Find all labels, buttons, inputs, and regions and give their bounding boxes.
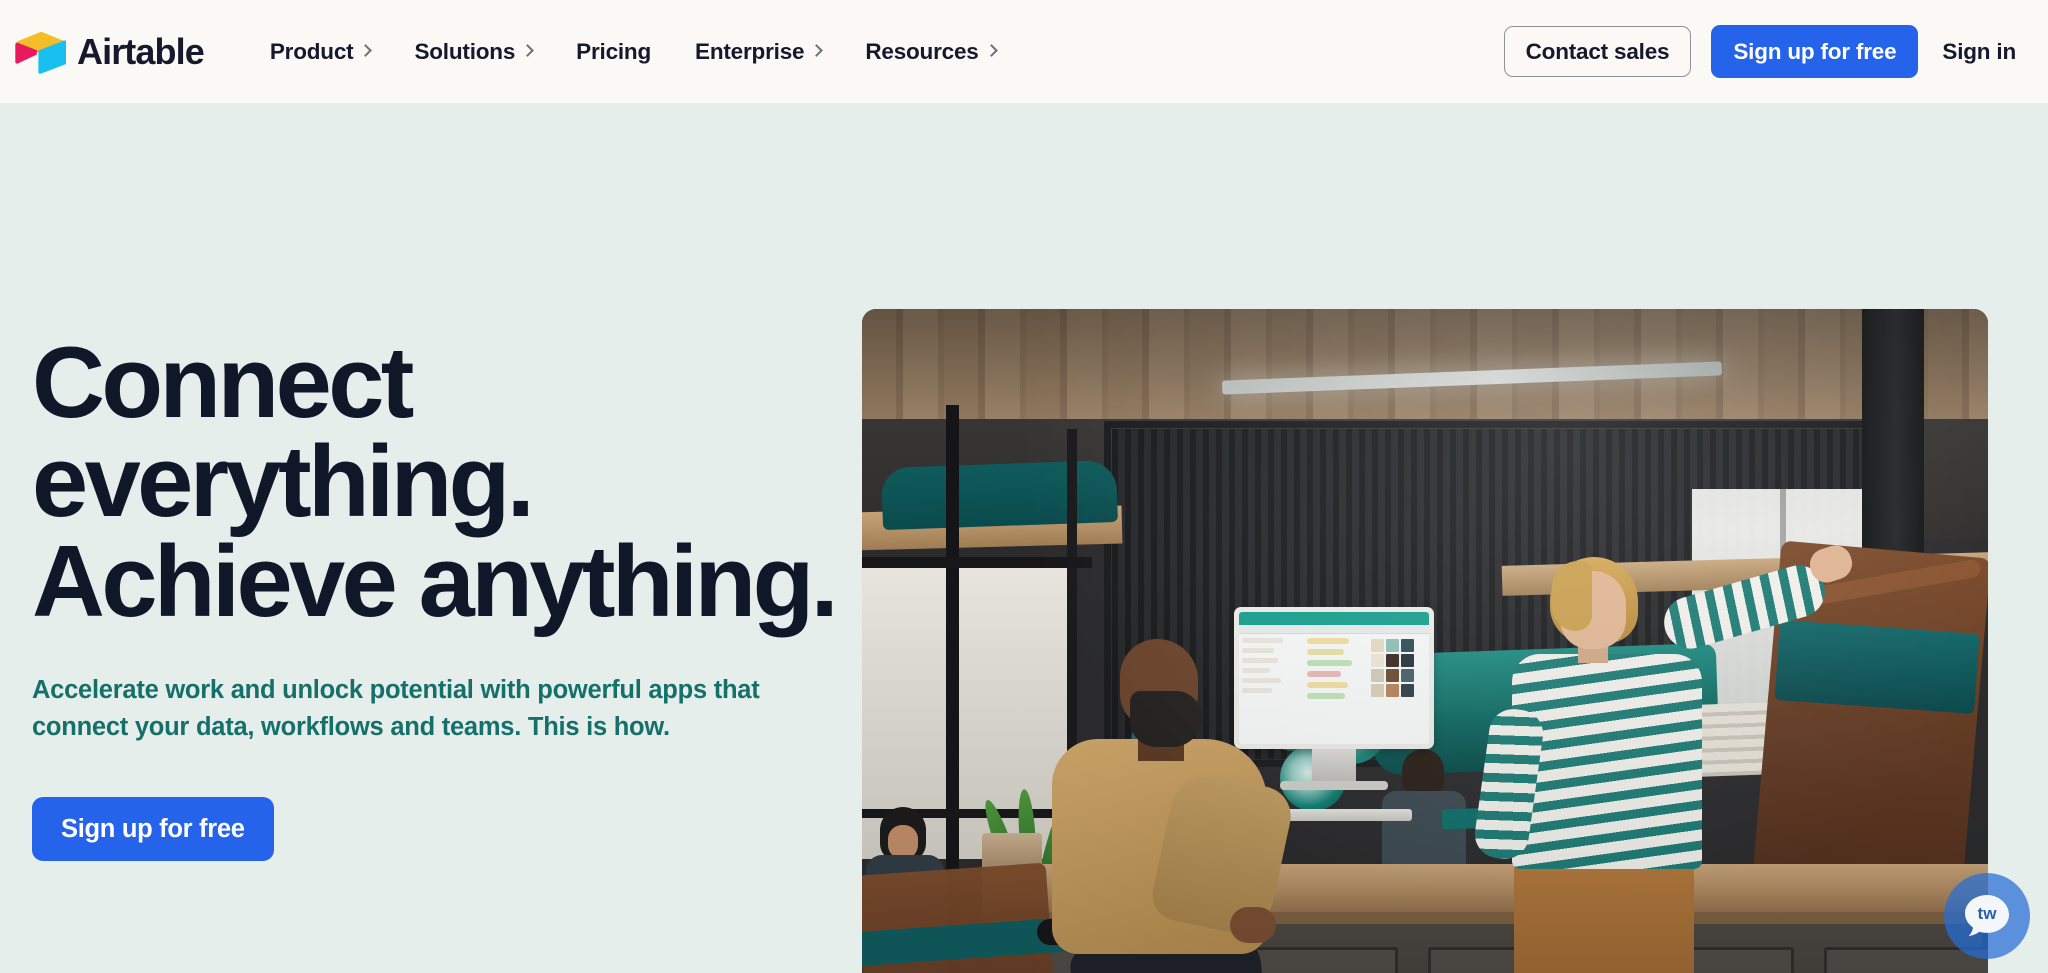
grid-column-swatches bbox=[1368, 634, 1429, 744]
monitor-foot bbox=[1280, 781, 1388, 790]
hero-signup-button[interactable]: Sign up for free bbox=[32, 796, 274, 862]
signin-link[interactable]: Sign in bbox=[1938, 33, 2020, 71]
standing-woman-trousers bbox=[1514, 857, 1694, 973]
chat-widget-button[interactable]: tw bbox=[1944, 873, 2030, 959]
airtable-logo-icon bbox=[14, 30, 66, 74]
nav-label: Product bbox=[269, 38, 354, 64]
chevron-right-icon bbox=[984, 44, 998, 57]
hero-heading-line-1: Connect bbox=[32, 327, 414, 439]
standing-woman-hair-front bbox=[1552, 561, 1592, 631]
hero-heading-line-2: everything. bbox=[32, 426, 535, 539]
brand-logo-link[interactable]: Airtable bbox=[14, 30, 205, 74]
nav-label: Pricing bbox=[576, 38, 652, 64]
grid-column-middle bbox=[1304, 634, 1369, 744]
grid-column-left bbox=[1239, 634, 1304, 744]
hero-section: Connect everything. Achieve anything. Ac… bbox=[0, 104, 2048, 973]
app-grid-body bbox=[1239, 634, 1429, 744]
hero-copy: Connect everything. Achieve anything. Ac… bbox=[0, 104, 839, 862]
chevron-right-icon bbox=[359, 44, 373, 57]
nav-item-solutions[interactable]: Solutions bbox=[392, 29, 554, 75]
site-header: Airtable Product Solutions Pricing Enter… bbox=[0, 0, 2048, 104]
chevron-right-icon bbox=[521, 44, 535, 57]
hero-subheading: Accelerate work and unlock potential wit… bbox=[32, 672, 792, 744]
monitor-stand bbox=[1312, 749, 1356, 783]
primary-nav: Product Solutions Pricing Enterprise Res… bbox=[248, 29, 1018, 75]
nav-item-resources[interactable]: Resources bbox=[843, 29, 1017, 75]
nav-item-pricing[interactable]: Pricing bbox=[554, 29, 673, 75]
hero-sub-line-1: Accelerate work and unlock potential wit… bbox=[32, 676, 760, 705]
app-top-bar bbox=[1239, 612, 1429, 625]
hero-image bbox=[862, 309, 1988, 973]
hero-heading-line-3: Achieve anything. bbox=[32, 525, 839, 638]
nav-item-enterprise[interactable]: Enterprise bbox=[673, 29, 843, 75]
header-actions: Contact sales Sign up for free Sign in bbox=[1503, 25, 2020, 78]
app-tab-bar bbox=[1239, 625, 1429, 634]
chat-widget-label: tw bbox=[1978, 904, 1998, 923]
pipe-rail-1 bbox=[862, 557, 1092, 568]
header-signup-button[interactable]: Sign up for free bbox=[1711, 25, 1919, 78]
contact-sales-button[interactable]: Contact sales bbox=[1503, 26, 1692, 77]
background-person-1-face bbox=[888, 825, 918, 859]
monitor-screen bbox=[1239, 612, 1429, 744]
nav-label: Resources bbox=[865, 38, 979, 64]
seated-man-beard bbox=[1130, 691, 1202, 747]
brand-name: Airtable bbox=[77, 30, 205, 72]
seated-man-hand bbox=[1230, 907, 1276, 943]
standing-woman-striped-top bbox=[1512, 654, 1702, 869]
hero-sub-line-2: connect your data, workflows and teams. … bbox=[32, 712, 670, 741]
background-person-3-head bbox=[1402, 749, 1444, 797]
nav-label: Solutions bbox=[414, 38, 516, 64]
chevron-right-icon bbox=[810, 44, 824, 57]
chat-bubble-icon: tw bbox=[1959, 888, 2015, 944]
hero-heading: Connect everything. Achieve anything. bbox=[32, 327, 839, 638]
teal-fabric-bolt-top bbox=[880, 459, 1119, 531]
hero-photo-scene bbox=[862, 309, 1988, 973]
chair-cushion-right bbox=[1774, 620, 1980, 714]
imac-monitor bbox=[1234, 607, 1434, 749]
nav-item-product[interactable]: Product bbox=[248, 29, 393, 75]
nav-label: Enterprise bbox=[695, 38, 805, 64]
